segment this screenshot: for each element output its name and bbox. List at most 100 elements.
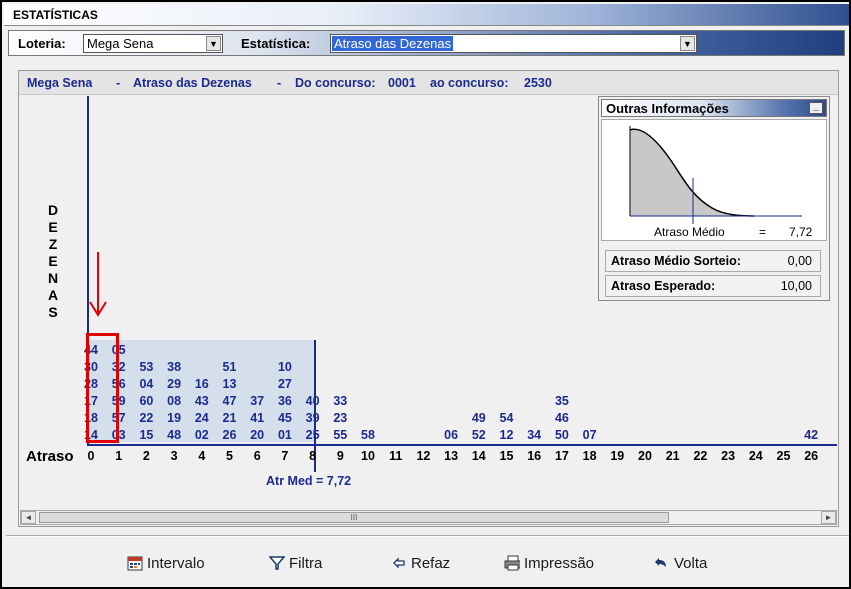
calendar-icon [127,556,143,571]
minimize-icon[interactable]: _ [809,102,823,114]
x-tick-label: 12 [416,449,431,463]
dezena-number: 58 [361,428,375,442]
impressao-button[interactable]: Impressão [504,553,594,573]
dezena-number: 24 [194,411,209,425]
scroll-right-icon[interactable]: ► [821,511,836,524]
x-tick-label: 15 [499,449,514,463]
x-tick-label: 5 [226,449,233,463]
dezena-number: 15 [139,428,154,442]
title-bar: ESTATÍSTICAS [4,4,849,26]
dezena-number: 54 [499,411,514,425]
y-axis-letter: E [48,219,58,235]
divider [6,536,849,537]
dezena-number: 48 [167,428,182,442]
dezena-number: 27 [277,377,292,391]
printer-icon [504,555,520,571]
x-tick-label: 18 [582,449,597,463]
sorteio-label: Atraso Médio Sorteio: [611,254,741,268]
header-to-label: ao concurso: [430,76,509,90]
loteria-select[interactable]: Mega Sena ▼ [83,34,223,53]
filter-icon [269,556,285,570]
dezena-number: 45 [277,411,292,425]
x-tick-label: 14 [471,449,486,463]
x-tick-label: 11 [389,449,403,463]
dezena-number: 46 [554,411,569,425]
dezena-number: 16 [194,377,209,391]
filtra-label: Filtra [289,554,323,572]
statistics-window: ESTATÍSTICAS Loteria: Mega Sena ▼ Estatí… [0,0,851,589]
volta-button[interactable]: Volta [654,553,707,573]
dezena-number: 25 [305,428,320,442]
dezena-number: 33 [333,394,348,408]
dezena-number: 06 [444,428,459,442]
back-icon [655,558,666,567]
x-tick-label: 25 [776,449,791,463]
esperado-label: Atraso Esperado: [611,279,716,293]
chevron-down-icon[interactable]: ▼ [680,36,695,51]
x-tick-label: 24 [748,449,763,463]
y-axis-letter: Z [48,236,58,252]
x-tick-label: 7 [281,449,289,463]
dezena-number: 38 [167,360,182,374]
dezena-number: 12 [499,428,514,442]
highlight-box [86,333,119,443]
loteria-select-value: Mega Sena [87,36,154,51]
chevron-down-icon[interactable]: ▼ [206,36,221,51]
x-tick-label: 10 [361,449,375,463]
dezena-number: 55 [333,428,348,442]
header-stat: Atraso das Dezenas [133,76,252,90]
dezena-number: 53 [139,360,154,374]
estatistica-label: Estatística: [241,36,311,51]
dezena-number: 20 [250,428,265,442]
other-info-title: Outras Informações [606,101,729,116]
x-tick-label: 1 [115,449,123,463]
dezena-number: 29 [167,377,182,391]
dezena-number: 19 [167,411,182,425]
average-delay-label: Atr Med = 7,72 [266,474,352,488]
x-tick-label: 16 [527,449,542,463]
dezena-number: 34 [527,428,542,442]
volta-label: Volta [674,554,708,572]
horizontal-scrollbar[interactable]: ◄ III ► [20,510,837,525]
redo-icon [393,557,405,569]
red-arrow-icon [89,252,107,317]
dezena-number: 41 [250,411,265,425]
chart-header: Mega Sena - Atraso das Dezenas - Do conc… [19,71,838,95]
dezena-number: 60 [139,394,154,408]
dezena-number: 26 [222,428,237,442]
dezena-number: 37 [250,394,265,408]
dezena-number: 04 [139,377,154,391]
scroll-left-icon[interactable]: ◄ [21,511,36,524]
dezena-number: 22 [139,411,154,425]
esperado-value: 10,00 [780,279,812,293]
x-tick-label: 21 [665,449,680,463]
dezena-number: 47 [222,394,237,408]
dezena-number: 02 [194,428,209,442]
x-tick-label: 3 [170,449,178,463]
x-tick-label: 4 [198,449,206,463]
x-tick-label: 23 [721,449,736,463]
refaz-label: Refaz [411,554,451,572]
dezena-number: 10 [277,360,292,374]
estatistica-select-value: Atraso das Dezenas [332,36,454,51]
filtra-button[interactable]: Filtra [269,553,322,573]
scrollbar-thumb[interactable]: III [39,512,669,523]
dezena-number: 23 [333,411,348,425]
x-tick-label: 17 [554,449,569,463]
dezena-number: 07 [582,428,597,442]
distribution-chart: Atraso Médio = 7,72 [601,119,827,241]
header-game: Mega Sena [27,76,93,90]
dezena-number: 52 [471,428,486,442]
intervalo-button[interactable]: Intervalo [127,553,205,573]
atraso-medio-sorteio-row: Atraso Médio Sorteio: 0,00 [605,250,821,272]
header-from-label: Do concurso: [295,76,376,90]
estatistica-select[interactable]: Atraso das Dezenas ▼ [330,34,697,53]
y-axis-letter: A [47,287,59,303]
x-tick-label: 19 [610,449,625,463]
refaz-button[interactable]: Refaz [391,553,450,573]
impressao-label: Impressão [524,554,595,572]
x-tick-label: 6 [253,449,261,463]
dezena-number: 01 [277,428,292,442]
x-tick-label: 0 [87,449,95,463]
intervalo-label: Intervalo [147,554,205,572]
